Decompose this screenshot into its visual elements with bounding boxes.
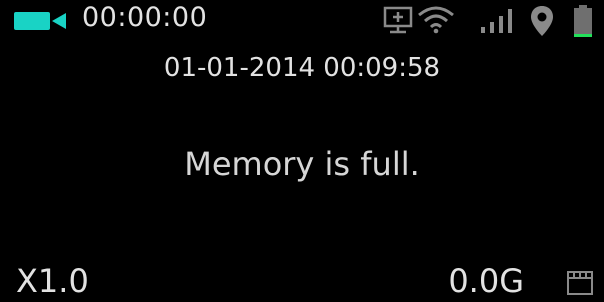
zoom-level: X1.0 <box>16 262 89 300</box>
storage-remaining: 0.0G <box>448 262 524 300</box>
screen-icon <box>383 6 413 34</box>
wifi-icon <box>418 6 454 34</box>
signal-icon <box>481 9 512 33</box>
sd-card-icon <box>567 271 593 295</box>
memory-full-message: Memory is full. <box>184 145 420 183</box>
record-timer: 00:00:00 <box>82 2 208 33</box>
datetime-display: 01-01-2014 00:09:58 <box>163 53 441 83</box>
video-camera-icon <box>14 12 66 30</box>
location-icon <box>531 6 553 36</box>
camera-screen: 00:00:00 01-01-2014 00:09:58 Memory is f… <box>0 0 604 301</box>
battery-icon <box>574 5 592 37</box>
